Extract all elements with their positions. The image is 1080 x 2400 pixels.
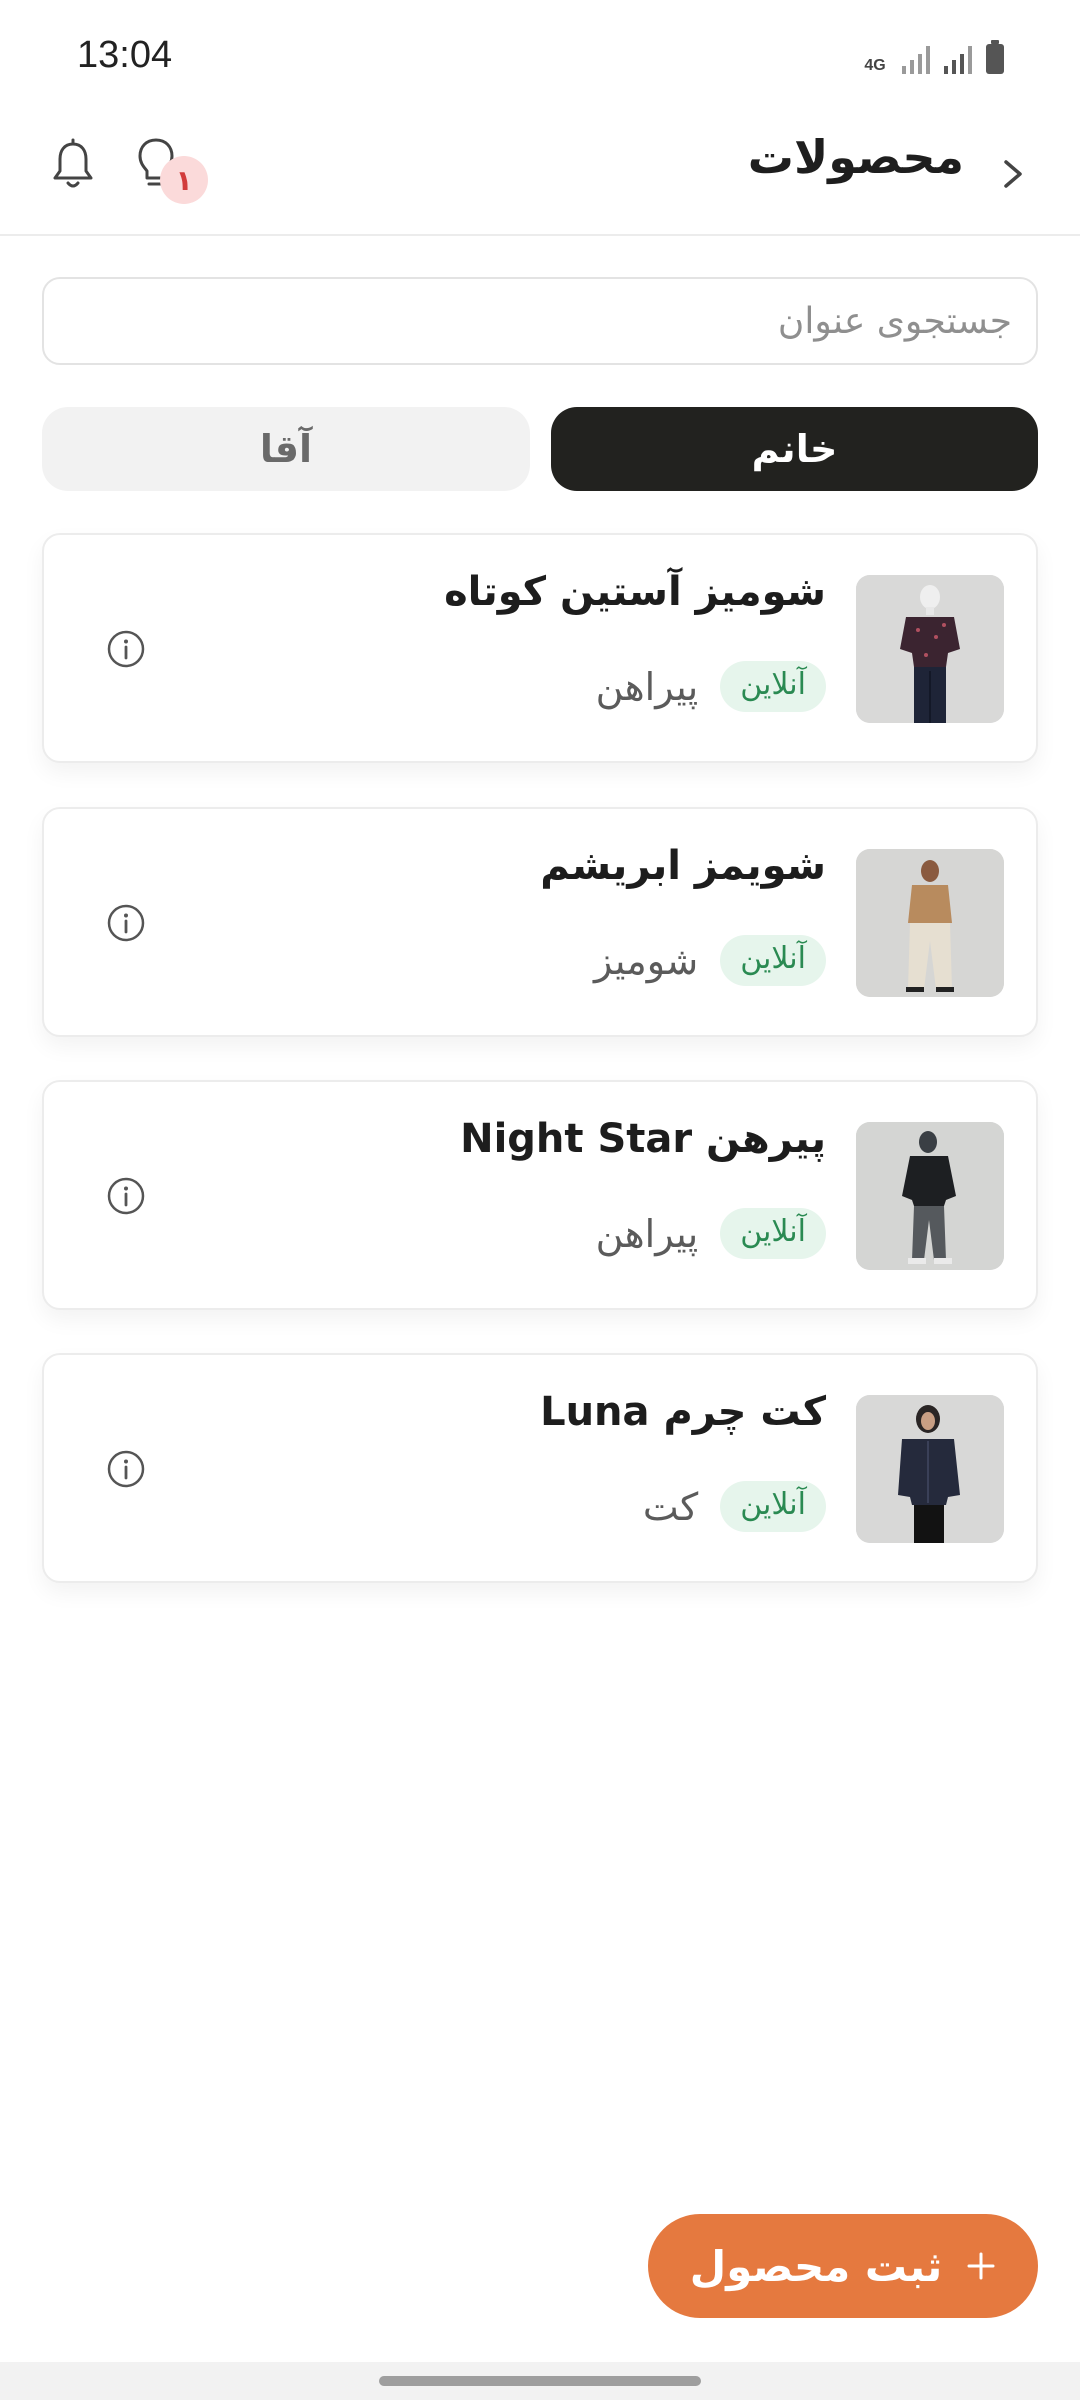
product-meta: پیراهن آنلاین <box>596 661 826 712</box>
status-badge: آنلاین <box>720 1208 826 1259</box>
info-icon[interactable] <box>106 1449 146 1489</box>
product-category: شومیز <box>593 938 699 983</box>
product-image <box>856 849 1004 997</box>
product-category: پیراهن <box>595 664 699 709</box>
tab-male[interactable]: آقا <box>42 407 530 491</box>
home-indicator[interactable] <box>379 2376 701 2386</box>
tab-female[interactable]: خانم <box>551 407 1038 491</box>
product-name: شویمز ابریشم <box>540 843 826 889</box>
tips-button[interactable]: ۱ <box>134 136 224 216</box>
add-product-button[interactable]: ثبت محصول <box>648 2214 1038 2318</box>
page-title: محصولات <box>747 130 964 184</box>
status-icons: 4G <box>862 40 1004 74</box>
product-card[interactable]: شویمز ابریشم شومیز آنلاین <box>42 807 1038 1037</box>
product-card[interactable]: کت چرم Luna کت آنلاین <box>42 1353 1038 1583</box>
status-badge: آنلاین <box>720 1481 826 1532</box>
info-icon[interactable] <box>106 629 146 669</box>
product-meta: پیراهن آنلاین <box>596 1208 826 1259</box>
signal-icon-sim2 <box>944 44 972 74</box>
product-card[interactable]: شومیز آستین کوتاه پیراهن آنلاین <box>42 533 1038 763</box>
product-image <box>856 575 1004 723</box>
product-card[interactable]: پیرهن Night Star پیراهن آنلاین <box>42 1080 1038 1310</box>
product-image <box>856 1122 1004 1270</box>
info-icon[interactable] <box>106 903 146 943</box>
notification-badge: ۱ <box>160 156 208 204</box>
system-nav-bar <box>0 2362 1080 2400</box>
product-name: کت چرم Luna <box>540 1389 826 1435</box>
product-meta: کت آنلاین <box>643 1481 826 1532</box>
battery-icon <box>986 40 1004 74</box>
search-field[interactable] <box>42 277 1038 365</box>
product-name: پیرهن Night Star <box>460 1116 826 1162</box>
search-input[interactable] <box>44 279 1036 363</box>
bell-icon[interactable] <box>50 138 96 194</box>
chevron-right-icon[interactable] <box>994 144 1034 204</box>
plus-icon <box>967 2252 995 2280</box>
info-icon[interactable] <box>106 1176 146 1216</box>
app-header: محصولات ۱ <box>0 110 1080 236</box>
status-badge: آنلاین <box>720 661 826 712</box>
status-time: 13:04 <box>77 34 173 76</box>
signal-icon-sim1 <box>902 44 930 74</box>
product-name: شومیز آستین کوتاه <box>444 569 826 615</box>
product-image <box>856 1395 1004 1543</box>
product-meta: شومیز آنلاین <box>594 935 826 986</box>
network-type-icon: 4G <box>864 57 886 74</box>
product-category: کت <box>642 1484 699 1529</box>
status-bar: 13:04 4G <box>0 0 1080 110</box>
status-badge: آنلاین <box>720 935 826 986</box>
product-category: پیراهن <box>595 1211 699 1256</box>
add-product-label: ثبت محصول <box>689 2241 943 2291</box>
